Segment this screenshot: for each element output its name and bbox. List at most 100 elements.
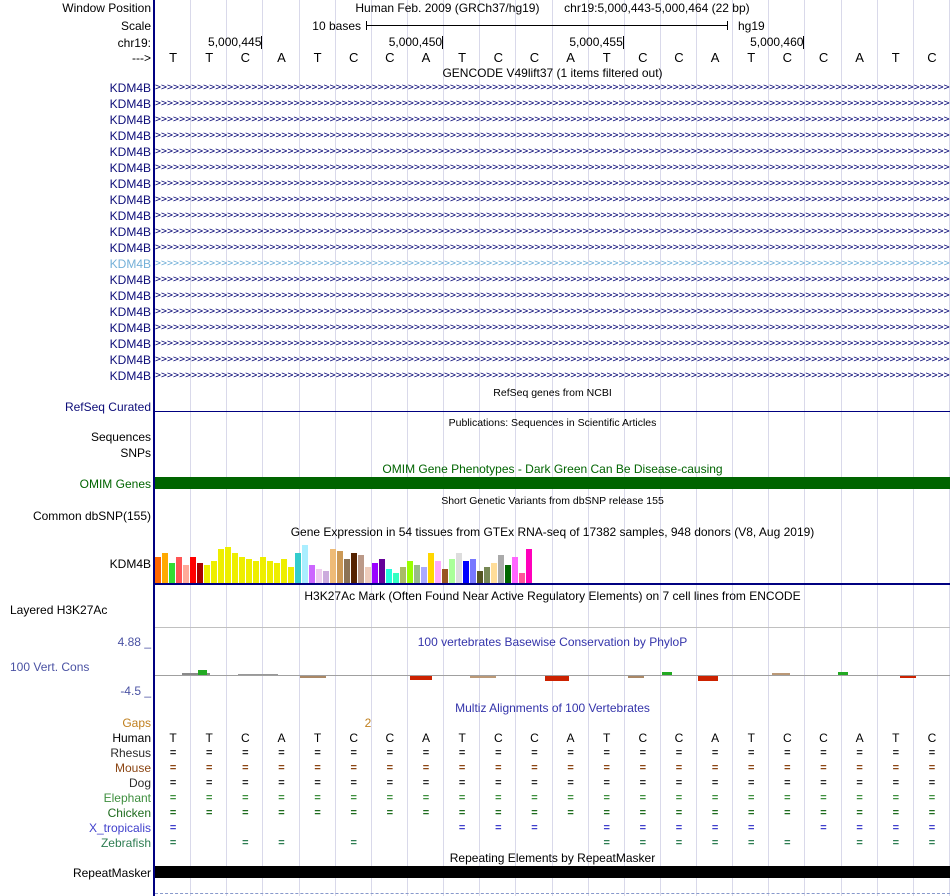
gencode-transcript-row[interactable]: >>>>>>>>>>>>>>>>>>>>>>>>>>>>>>>>>>>>>>>>… [155,337,950,351]
sequences-label[interactable]: Sequences [0,430,151,444]
gtex-tissue-bar [330,549,336,583]
refseq-track-title[interactable]: RefSeq genes from NCBI [155,386,950,400]
gencode-gene-label[interactable]: KDM4B [0,129,151,143]
omim-genes-label[interactable]: OMIM Genes [0,477,151,491]
human-alignment-base: C [783,731,792,745]
gtex-gene-label[interactable]: KDM4B [0,557,151,571]
gtex-track-title[interactable]: Gene Expression in 54 tissues from GTEx … [155,525,950,539]
genome-version-label: hg19 [738,19,765,33]
omim-track-title[interactable]: OMIM Gene Phenotypes - Dark Green Can Be… [155,462,950,476]
alignment-identity-mark: = [422,807,430,819]
gencode-gene-label[interactable]: KDM4B [0,97,151,111]
gencode-transcript-row[interactable]: >>>>>>>>>>>>>>>>>>>>>>>>>>>>>>>>>>>>>>>>… [155,193,950,207]
gencode-gene-label[interactable]: KDM4B [0,321,151,335]
gencode-gene-label[interactable]: KDM4B [0,113,151,127]
gencode-gene-label[interactable]: KDM4B [0,337,151,351]
alignment-identity-mark: = [350,807,357,819]
gencode-transcript-row[interactable]: >>>>>>>>>>>>>>>>>>>>>>>>>>>>>>>>>>>>>>>>… [155,113,950,127]
alignment-identity-mark: = [711,792,719,804]
h3k27ac-baseline [155,627,950,628]
conservation-signal-mark [300,676,326,678]
alignment-identity-mark: = [567,792,574,804]
conservation-label[interactable]: 100 Vert. Cons [10,660,150,674]
species-label-elephant[interactable]: Elephant [0,791,151,805]
gencode-transcript-row[interactable]: >>>>>>>>>>>>>>>>>>>>>>>>>>>>>>>>>>>>>>>>… [155,145,950,159]
gencode-transcript-row[interactable]: >>>>>>>>>>>>>>>>>>>>>>>>>>>>>>>>>>>>>>>>… [155,177,950,191]
gencode-gene-label[interactable]: KDM4B [0,369,151,383]
human-alignment-base: C [927,731,937,745]
alignment-identity-mark: = [928,792,936,804]
gencode-track-title[interactable]: GENCODE V49lift37 (1 items filtered out) [155,66,950,80]
gencode-gene-label[interactable]: KDM4B [0,257,151,271]
base-letter: C [493,50,503,65]
omim-gene-bar[interactable] [155,477,950,489]
base-letter: C [674,50,684,65]
alignment-identity-mark: = [278,777,285,789]
species-label-human[interactable]: Human [0,731,151,745]
human-alignment-base: A [422,731,431,745]
alignment-identity-mark: = [603,762,610,774]
gencode-transcript-row[interactable]: >>>>>>>>>>>>>>>>>>>>>>>>>>>>>>>>>>>>>>>>… [155,353,950,367]
gencode-transcript-row[interactable]: >>>>>>>>>>>>>>>>>>>>>>>>>>>>>>>>>>>>>>>>… [155,369,950,383]
gencode-transcript-row[interactable]: >>>>>>>>>>>>>>>>>>>>>>>>>>>>>>>>>>>>>>>>… [155,225,950,239]
conservation-signal-mark [410,676,432,680]
gencode-transcript-row[interactable]: >>>>>>>>>>>>>>>>>>>>>>>>>>>>>>>>>>>>>>>>… [155,209,950,223]
alignment-identity-mark: = [531,792,538,804]
species-label-zebrafish[interactable]: Zebrafish [0,836,151,850]
gencode-transcript-row[interactable]: >>>>>>>>>>>>>>>>>>>>>>>>>>>>>>>>>>>>>>>>… [155,257,950,271]
species-label-dog[interactable]: Dog [0,776,151,790]
gtex-tissue-bar [449,559,455,583]
h3k27ac-label[interactable]: Layered H3K27Ac [10,603,150,617]
h3k27ac-track-title[interactable]: H3K27Ac Mark (Often Found Near Active Re… [155,589,950,603]
publications-track-title[interactable]: Publications: Sequences in Scientific Ar… [155,416,950,430]
gap-size-annotation: 2 [364,716,372,730]
gencode-gene-label[interactable]: KDM4B [0,289,151,303]
repeatmasker-bar[interactable] [155,866,950,878]
alignment-identity-mark: = [603,807,610,819]
gencode-gene-label[interactable]: KDM4B [0,241,151,255]
species-label-x-tropicalis[interactable]: X_tropicalis [0,821,151,835]
alignment-identity-mark: = [205,777,213,789]
gencode-gene-label[interactable]: KDM4B [0,81,151,95]
base-letter: C [818,50,829,65]
conservation-track-title[interactable]: 100 vertebrates Basewise Conservation by… [155,635,950,649]
dbsnp-track-title[interactable]: Short Genetic Variants from dbSNP releas… [155,494,950,508]
gencode-transcript-row[interactable]: >>>>>>>>>>>>>>>>>>>>>>>>>>>>>>>>>>>>>>>>… [155,273,950,287]
alignment-identity-mark: = [892,837,899,849]
snps-label[interactable]: SNPs [0,446,151,460]
gencode-gene-label[interactable]: KDM4B [0,305,151,319]
gencode-transcript-row[interactable]: >>>>>>>>>>>>>>>>>>>>>>>>>>>>>>>>>>>>>>>>… [155,241,950,255]
gtex-tissue-bar [337,551,343,583]
window-position-value: Human Feb. 2009 (GRCh37/hg19) chr19:5,00… [155,1,950,15]
gtex-tissue-bar [491,563,497,583]
gencode-gene-label[interactable]: KDM4B [0,145,151,159]
gencode-transcript-row[interactable]: >>>>>>>>>>>>>>>>>>>>>>>>>>>>>>>>>>>>>>>>… [155,129,950,143]
gencode-transcript-row[interactable]: >>>>>>>>>>>>>>>>>>>>>>>>>>>>>>>>>>>>>>>>… [155,161,950,175]
gencode-gene-label[interactable]: KDM4B [0,353,151,367]
dbsnp-label[interactable]: Common dbSNP(155) [0,509,151,523]
refseq-curated-label[interactable]: RefSeq Curated [0,400,151,414]
repeatmasker-label[interactable]: RepeatMasker [0,866,151,880]
gencode-gene-label[interactable]: KDM4B [0,225,151,239]
gencode-gene-label[interactable]: KDM4B [0,273,151,287]
species-label-rhesus[interactable]: Rhesus [0,746,151,760]
alignment-identity-mark: = [242,777,249,789]
gencode-gene-label[interactable]: KDM4B [0,193,151,207]
gencode-transcript-row[interactable]: >>>>>>>>>>>>>>>>>>>>>>>>>>>>>>>>>>>>>>>>… [155,81,950,95]
gencode-transcript-row[interactable]: >>>>>>>>>>>>>>>>>>>>>>>>>>>>>>>>>>>>>>>>… [155,97,950,111]
gencode-transcript-row[interactable]: >>>>>>>>>>>>>>>>>>>>>>>>>>>>>>>>>>>>>>>>… [155,305,950,319]
base-letter: T [891,50,900,65]
gencode-gene-label[interactable]: KDM4B [0,177,151,191]
alignment-identity-mark: = [169,762,177,774]
gencode-transcript-row[interactable]: >>>>>>>>>>>>>>>>>>>>>>>>>>>>>>>>>>>>>>>>… [155,321,950,335]
species-label-mouse[interactable]: Mouse [0,761,151,775]
gencode-gene-label[interactable]: KDM4B [0,161,151,175]
alignment-identity-mark: = [169,792,177,804]
multiz-track-title[interactable]: Multiz Alignments of 100 Vertebrates [155,701,950,715]
species-label-chicken[interactable]: Chicken [0,806,151,820]
gencode-transcript-row[interactable]: >>>>>>>>>>>>>>>>>>>>>>>>>>>>>>>>>>>>>>>>… [155,289,950,303]
alignment-identity-mark: = [892,822,899,834]
repeatmasker-track-title[interactable]: Repeating Elements by RepeatMasker [155,851,950,865]
gencode-gene-label[interactable]: KDM4B [0,209,151,223]
alignment-identity-mark: = [856,822,863,834]
